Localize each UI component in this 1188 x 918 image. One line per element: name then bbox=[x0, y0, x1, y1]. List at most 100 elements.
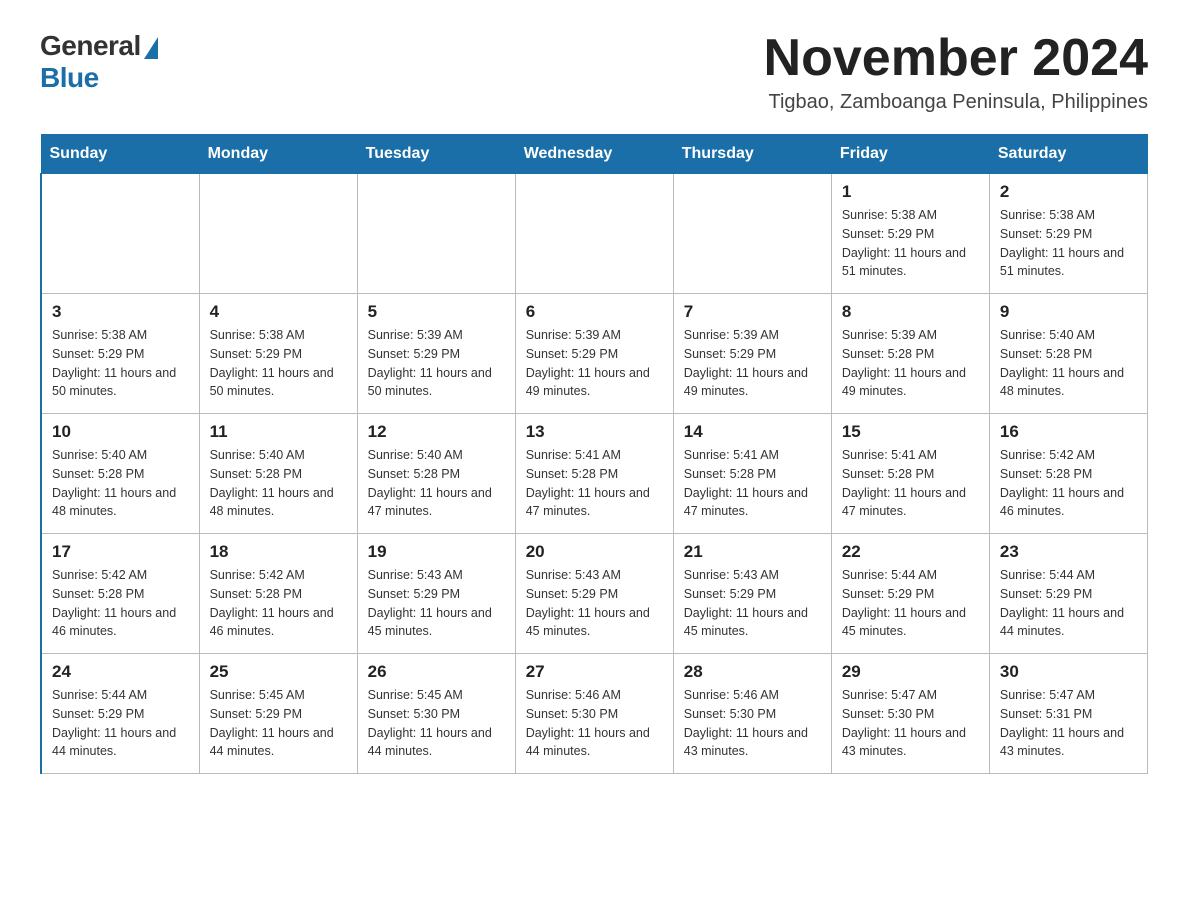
calendar-header-thursday: Thursday bbox=[673, 135, 831, 174]
day-number: 22 bbox=[842, 542, 979, 562]
page-header: General Blue November 2024 Tigbao, Zambo… bbox=[40, 30, 1148, 114]
calendar-cell bbox=[41, 174, 199, 294]
calendar-week-1: 1 Sunrise: 5:38 AMSunset: 5:29 PMDaylight… bbox=[41, 174, 1148, 294]
month-title: November 2024 bbox=[764, 30, 1148, 87]
day-number: 1 bbox=[842, 182, 979, 202]
calendar-cell: 27Sunrise: 5:46 AMSunset: 5:30 PMDayligh… bbox=[515, 654, 673, 774]
day-number: 26 bbox=[368, 662, 505, 682]
day-info: Sunrise: 5:43 AMSunset: 5:29 PMDaylight:… bbox=[684, 566, 821, 641]
day-number: 13 bbox=[526, 422, 663, 442]
day-info: Sunrise: 5:38 AMSunset: 5:29 PMDaylight:… bbox=[1000, 206, 1137, 281]
calendar-cell bbox=[357, 174, 515, 294]
calendar-cell: 20 Sunrise: 5:43 AMSunset: 5:29 PMDayligh… bbox=[515, 534, 673, 654]
day-info: Sunrise: 5:38 AMSunset: 5:29 PMDaylight:… bbox=[842, 206, 979, 281]
day-info: Sunrise: 5:42 AMSunset: 5:28 PMDaylight:… bbox=[210, 566, 347, 641]
day-number: 25 bbox=[210, 662, 347, 682]
day-number: 12 bbox=[368, 422, 505, 442]
calendar-cell: 6Sunrise: 5:39 AMSunset: 5:29 PMDaylight… bbox=[515, 294, 673, 414]
calendar-cell bbox=[199, 174, 357, 294]
calendar-cell: 4 Sunrise: 5:38 AMSunset: 5:29 PMDaylight… bbox=[199, 294, 357, 414]
day-info: Sunrise: 5:41 AMSunset: 5:28 PMDaylight:… bbox=[526, 446, 663, 521]
calendar-cell: 14 Sunrise: 5:41 AMSunset: 5:28 PMDayligh… bbox=[673, 414, 831, 534]
day-number: 17 bbox=[52, 542, 189, 562]
day-number: 4 bbox=[210, 302, 347, 322]
calendar-cell: 24 Sunrise: 5:44 AMSunset: 5:29 PMDayligh… bbox=[41, 654, 199, 774]
calendar-table: SundayMondayTuesdayWednesdayThursdayFrid… bbox=[40, 134, 1148, 774]
day-info: Sunrise: 5:46 AMSunset: 5:30 PMDaylight:… bbox=[684, 686, 821, 761]
day-info: Sunrise: 5:40 AMSunset: 5:28 PMDaylight:… bbox=[52, 446, 189, 521]
logo: General Blue bbox=[40, 30, 158, 94]
day-number: 20 bbox=[526, 542, 663, 562]
day-number: 8 bbox=[842, 302, 979, 322]
calendar-cell: 21 Sunrise: 5:43 AMSunset: 5:29 PMDayligh… bbox=[673, 534, 831, 654]
day-info: Sunrise: 5:40 AMSunset: 5:28 PMDaylight:… bbox=[1000, 326, 1137, 401]
day-number: 14 bbox=[684, 422, 821, 442]
day-info: Sunrise: 5:38 AMSunset: 5:29 PMDaylight:… bbox=[210, 326, 347, 401]
calendar-cell: 5 Sunrise: 5:39 AMSunset: 5:29 PMDaylight… bbox=[357, 294, 515, 414]
calendar-cell: 18 Sunrise: 5:42 AMSunset: 5:28 PMDayligh… bbox=[199, 534, 357, 654]
title-section: November 2024 Tigbao, Zamboanga Peninsul… bbox=[764, 30, 1148, 114]
calendar-cell: 29Sunrise: 5:47 AMSunset: 5:30 PMDayligh… bbox=[831, 654, 989, 774]
day-number: 18 bbox=[210, 542, 347, 562]
day-info: Sunrise: 5:44 AMSunset: 5:29 PMDaylight:… bbox=[842, 566, 979, 641]
day-info: Sunrise: 5:40 AMSunset: 5:28 PMDaylight:… bbox=[368, 446, 505, 521]
calendar-cell: 3Sunrise: 5:38 AMSunset: 5:29 PMDaylight… bbox=[41, 294, 199, 414]
logo-triangle-icon bbox=[144, 37, 158, 59]
day-number: 23 bbox=[1000, 542, 1137, 562]
day-info: Sunrise: 5:44 AMSunset: 5:29 PMDaylight:… bbox=[52, 686, 189, 761]
day-number: 5 bbox=[368, 302, 505, 322]
day-number: 9 bbox=[1000, 302, 1137, 322]
calendar-cell bbox=[515, 174, 673, 294]
day-number: 11 bbox=[210, 422, 347, 442]
calendar-header-tuesday: Tuesday bbox=[357, 135, 515, 174]
day-number: 30 bbox=[1000, 662, 1137, 682]
day-info: Sunrise: 5:38 AMSunset: 5:29 PMDaylight:… bbox=[52, 326, 189, 401]
calendar-cell: 22 Sunrise: 5:44 AMSunset: 5:29 PMDayligh… bbox=[831, 534, 989, 654]
calendar-cell bbox=[673, 174, 831, 294]
day-number: 15 bbox=[842, 422, 979, 442]
calendar-cell: 17Sunrise: 5:42 AMSunset: 5:28 PMDayligh… bbox=[41, 534, 199, 654]
calendar-cell: 10Sunrise: 5:40 AMSunset: 5:28 PMDayligh… bbox=[41, 414, 199, 534]
location-text: Tigbao, Zamboanga Peninsula, Philippines bbox=[764, 91, 1148, 114]
calendar-header-sunday: Sunday bbox=[41, 135, 199, 174]
calendar-cell: 28 Sunrise: 5:46 AMSunset: 5:30 PMDayligh… bbox=[673, 654, 831, 774]
day-number: 2 bbox=[1000, 182, 1137, 202]
calendar-cell: 23 Sunrise: 5:44 AMSunset: 5:29 PMDayligh… bbox=[989, 534, 1147, 654]
day-info: Sunrise: 5:44 AMSunset: 5:29 PMDaylight:… bbox=[1000, 566, 1137, 641]
day-info: Sunrise: 5:45 AMSunset: 5:29 PMDaylight:… bbox=[210, 686, 347, 761]
day-info: Sunrise: 5:43 AMSunset: 5:29 PMDaylight:… bbox=[368, 566, 505, 641]
calendar-cell: 16 Sunrise: 5:42 AMSunset: 5:28 PMDayligh… bbox=[989, 414, 1147, 534]
calendar-header-wednesday: Wednesday bbox=[515, 135, 673, 174]
calendar-cell: 25 Sunrise: 5:45 AMSunset: 5:29 PMDayligh… bbox=[199, 654, 357, 774]
day-info: Sunrise: 5:39 AMSunset: 5:29 PMDaylight:… bbox=[368, 326, 505, 401]
day-number: 21 bbox=[684, 542, 821, 562]
day-info: Sunrise: 5:41 AMSunset: 5:28 PMDaylight:… bbox=[684, 446, 821, 521]
logo-blue-text: Blue bbox=[40, 62, 99, 94]
day-number: 28 bbox=[684, 662, 821, 682]
calendar-cell: 12 Sunrise: 5:40 AMSunset: 5:28 PMDayligh… bbox=[357, 414, 515, 534]
day-number: 24 bbox=[52, 662, 189, 682]
day-number: 16 bbox=[1000, 422, 1137, 442]
day-info: Sunrise: 5:42 AMSunset: 5:28 PMDaylight:… bbox=[1000, 446, 1137, 521]
day-info: Sunrise: 5:43 AMSunset: 5:29 PMDaylight:… bbox=[526, 566, 663, 641]
day-number: 19 bbox=[368, 542, 505, 562]
calendar-week-5: 24 Sunrise: 5:44 AMSunset: 5:29 PMDayligh… bbox=[41, 654, 1148, 774]
day-number: 7 bbox=[684, 302, 821, 322]
calendar-cell: 1 Sunrise: 5:38 AMSunset: 5:29 PMDaylight… bbox=[831, 174, 989, 294]
calendar-week-3: 10Sunrise: 5:40 AMSunset: 5:28 PMDayligh… bbox=[41, 414, 1148, 534]
calendar-cell: 2 Sunrise: 5:38 AMSunset: 5:29 PMDaylight… bbox=[989, 174, 1147, 294]
day-info: Sunrise: 5:39 AMSunset: 5:29 PMDaylight:… bbox=[526, 326, 663, 401]
calendar-header-saturday: Saturday bbox=[989, 135, 1147, 174]
day-number: 27 bbox=[526, 662, 663, 682]
calendar-week-4: 17 Sunrise: 5:42 AMSunset: 5:28 PMDayligh… bbox=[41, 534, 1148, 654]
calendar-cell: 9 Sunrise: 5:40 AMSunset: 5:28 PMDaylight… bbox=[989, 294, 1147, 414]
calendar-header-row: SundayMondayTuesdayWednesdayThursdayFrid… bbox=[41, 135, 1148, 174]
calendar-cell: 13 Sunrise: 5:41 AMSunset: 5:28 PMDayligh… bbox=[515, 414, 673, 534]
calendar-cell: 26 Sunrise: 5:45 AMSunset: 5:30 PMDayligh… bbox=[357, 654, 515, 774]
logo-general-text: General bbox=[40, 30, 141, 62]
day-number: 29 bbox=[842, 662, 979, 682]
day-info: Sunrise: 5:45 AMSunset: 5:30 PMDaylight:… bbox=[368, 686, 505, 761]
calendar-cell: 11Sunrise: 5:40 AMSunset: 5:28 PMDayligh… bbox=[199, 414, 357, 534]
calendar-header-friday: Friday bbox=[831, 135, 989, 174]
day-info: Sunrise: 5:47 AMSunset: 5:31 PMDaylight:… bbox=[1000, 686, 1137, 761]
